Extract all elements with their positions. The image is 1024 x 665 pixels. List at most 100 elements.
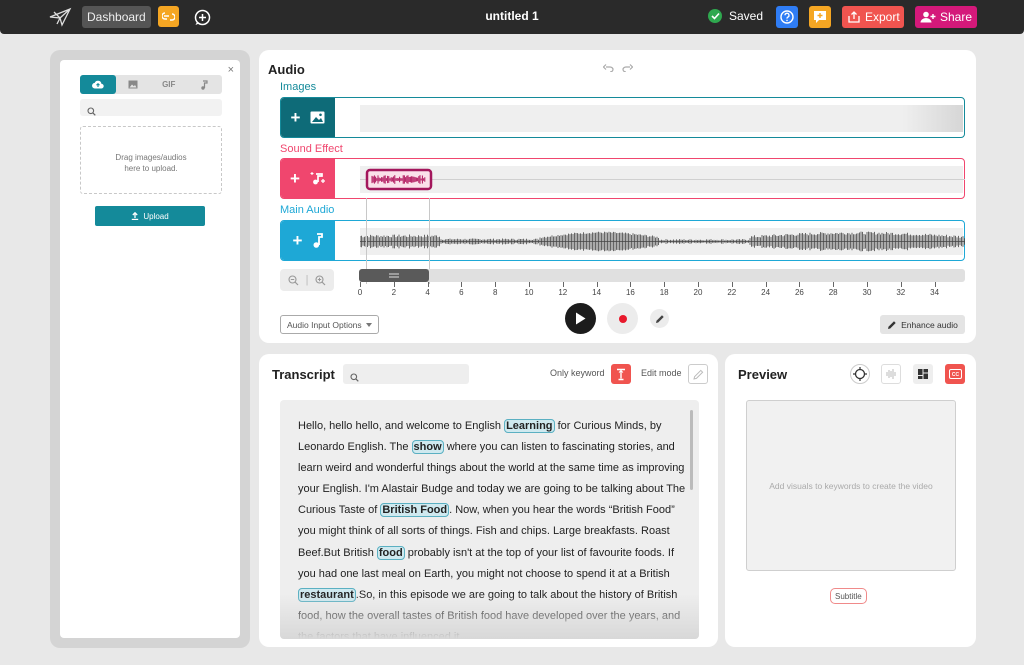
- ruler-tick-label: 8: [492, 288, 498, 297]
- link-icon[interactable]: [158, 6, 179, 27]
- share-button[interactable]: Share: [915, 6, 977, 28]
- keyword-highlight[interactable]: show: [411, 440, 444, 455]
- dropzone-line-2: here to upload.: [124, 164, 178, 173]
- grid-layout-icon: [918, 369, 928, 379]
- preview-placeholder: Add visuals to keywords to create the vi…: [769, 480, 933, 491]
- ruler-tick: [461, 282, 463, 287]
- crosshair-icon: [853, 367, 867, 381]
- ruler-tick-label: 18: [659, 288, 669, 297]
- upload-dropzone[interactable]: Drag images/audios here to upload.: [80, 126, 222, 194]
- keyword-highlight[interactable]: British Food: [380, 503, 450, 518]
- help-button[interactable]: [776, 6, 798, 28]
- timeline-ruler[interactable]: 0 2 4 6 8 10 12 14 16 18 20 22 24 26 28 30 32 34: [358, 282, 965, 300]
- ruler-tick: [731, 282, 733, 287]
- tab-images[interactable]: [116, 75, 152, 94]
- sound-effect-track[interactable]: +: [280, 158, 965, 199]
- images-track-lane[interactable]: [360, 105, 963, 132]
- tab-gif[interactable]: GIF: [151, 75, 187, 94]
- add-image-button[interactable]: +: [281, 98, 335, 137]
- upload-icon: [132, 212, 139, 220]
- main-audio-track-label: Main Audio: [280, 204, 335, 216]
- tab-upload[interactable]: [80, 75, 116, 94]
- search-icon: [87, 103, 96, 121]
- media-search-input[interactable]: [80, 99, 222, 116]
- ruler-tick-label: 4: [425, 288, 430, 297]
- redo-icon[interactable]: [622, 64, 633, 72]
- closed-captions-button[interactable]: CC: [945, 364, 965, 384]
- keyword-highlight[interactable]: food: [376, 545, 405, 560]
- comment-button[interactable]: [809, 6, 831, 28]
- ruler-tick: [698, 282, 699, 287]
- main-audio-waveform: [360, 231, 965, 252]
- music-sparkle-icon: [310, 172, 325, 185]
- preview-canvas[interactable]: Add visuals to keywords to create the vi…: [746, 400, 956, 571]
- main-audio-track[interactable]: +: [280, 220, 965, 261]
- zoom-out-icon[interactable]: [288, 274, 299, 286]
- keyword-highlight[interactable]: Learning: [504, 419, 555, 433]
- preview-title: Preview: [738, 367, 788, 382]
- upload-button[interactable]: Upload: [95, 206, 205, 226]
- ruler-tick-label: 2: [391, 288, 397, 297]
- ruler-tick: [765, 282, 767, 287]
- main-audio-lane[interactable]: [360, 228, 965, 255]
- play-button[interactable]: [565, 303, 596, 334]
- export-label: Export: [865, 10, 900, 24]
- audio-wave-button[interactable]: [881, 364, 901, 384]
- app-logo-icon[interactable]: [48, 6, 72, 28]
- timeline-scroll-thumb[interactable]: [359, 269, 429, 282]
- ruler-tick: [867, 282, 868, 287]
- transcript-box[interactable]: Hello, hello hello, and welcome to Engli…: [280, 400, 699, 639]
- transcript-scrollbar[interactable]: [690, 410, 693, 490]
- add-audio-button[interactable]: +: [281, 221, 335, 260]
- enhance-audio-label: Enhance audio: [901, 319, 958, 330]
- dashboard-button[interactable]: Dashboard: [82, 6, 151, 28]
- play-icon: [576, 312, 586, 325]
- add-comment-icon[interactable]: [192, 7, 212, 27]
- transcript-fade: [280, 594, 699, 639]
- audio-input-options-select[interactable]: Audio Input Options: [280, 315, 379, 334]
- ruler-tick-label: 14: [592, 288, 602, 297]
- layout-button[interactable]: [913, 364, 933, 384]
- record-button[interactable]: [607, 303, 638, 334]
- preview-panel: Preview CC Add visuals to keywords to cr…: [725, 354, 976, 647]
- images-track[interactable]: +: [280, 97, 965, 138]
- close-media-panel-icon[interactable]: ×: [228, 64, 234, 76]
- edit-audio-button[interactable]: [650, 309, 669, 328]
- ruler-tick: [934, 282, 936, 287]
- ruler-tick-label: 10: [524, 288, 534, 297]
- ruler-tick: [529, 282, 530, 287]
- upload-label: Upload: [143, 211, 169, 221]
- edit-mode-toggle[interactable]: [688, 364, 708, 384]
- crosshair-button[interactable]: [850, 364, 870, 384]
- dropzone-line-1: Drag images/audios: [115, 153, 187, 162]
- ruler-tick-label: 6: [459, 288, 464, 297]
- ruler-tick: [799, 282, 801, 287]
- tab-audio[interactable]: [187, 75, 223, 94]
- add-sound-effect-button[interactable]: +: [281, 159, 335, 198]
- undo-icon[interactable]: [603, 64, 614, 72]
- add-user-icon: [920, 11, 936, 23]
- sound-effect-lane[interactable]: [360, 166, 965, 193]
- transcript-search-input[interactable]: [343, 364, 469, 384]
- ruler-tick: [562, 282, 564, 287]
- save-status: Saved: [708, 9, 763, 23]
- enhance-audio-button[interactable]: Enhance audio: [880, 315, 965, 334]
- question-icon: [780, 10, 794, 24]
- plus-icon: +: [290, 107, 301, 127]
- ruler-tick-label: 22: [727, 288, 737, 297]
- ruler-tick: [495, 282, 497, 287]
- only-keyword-toggle[interactable]: [611, 364, 631, 384]
- export-button[interactable]: Export: [842, 6, 904, 28]
- check-icon: [708, 9, 722, 23]
- pencil-icon: [692, 369, 703, 380]
- ruler-tick-label: 32: [896, 288, 906, 297]
- zoom-in-icon[interactable]: [315, 274, 326, 286]
- timeline-scrollbar[interactable]: [359, 269, 965, 282]
- music-note-icon: [201, 79, 208, 90]
- image-icon: [128, 80, 138, 89]
- subtitle-button[interactable]: Subtitle: [830, 588, 867, 604]
- export-icon: [848, 11, 860, 23]
- ruler-tick-label: 34: [930, 288, 940, 297]
- music-note-icon: [313, 232, 324, 248]
- ruler-tick: [393, 282, 395, 287]
